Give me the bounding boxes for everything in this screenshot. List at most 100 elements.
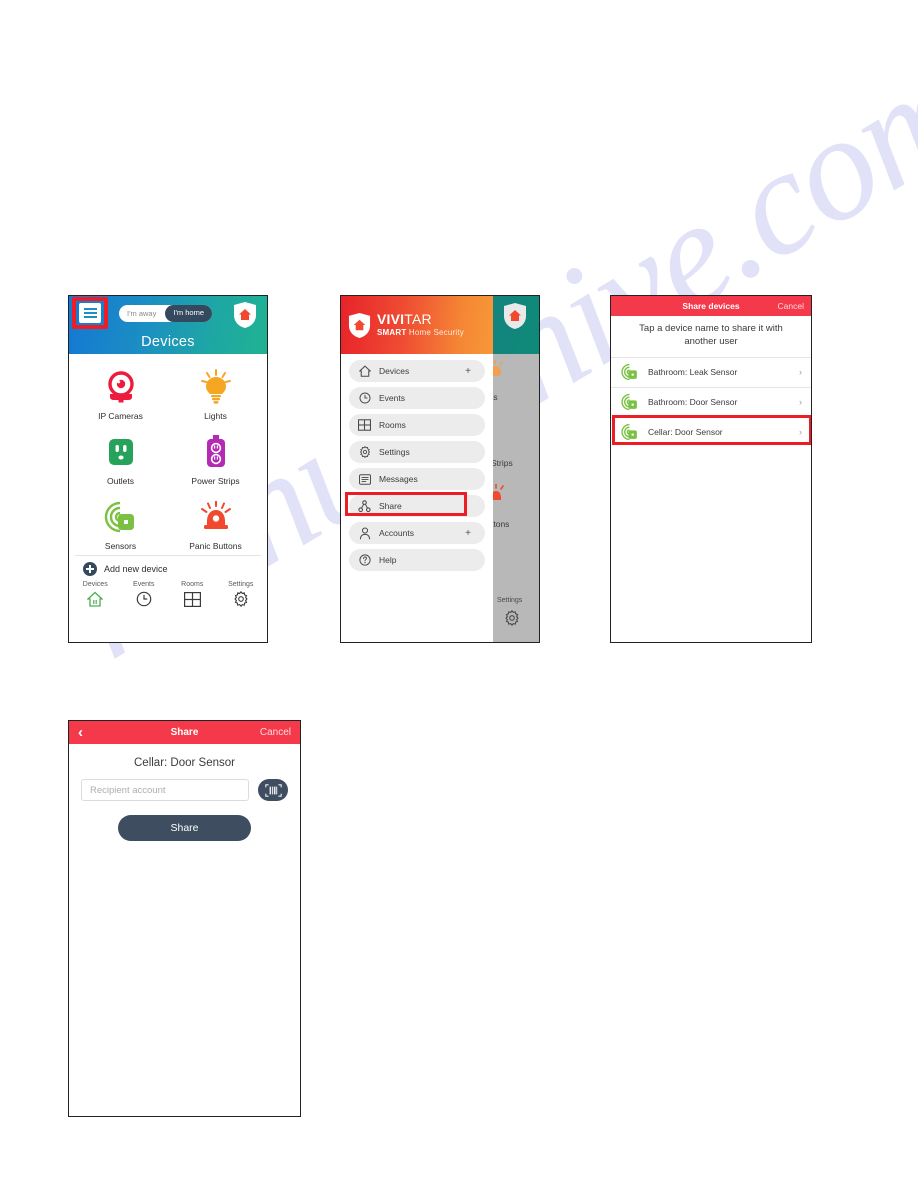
clock-icon [358,392,371,405]
light-bulb-icon [168,366,263,408]
menu-item-rooms[interactable]: Rooms [349,414,485,436]
bg-fragment-text: Strips [491,458,513,468]
menu-item-share[interactable]: Share [349,495,485,517]
recipient-form-row [69,779,300,801]
device-list-item[interactable]: Bathroom: Door Sensor › [611,386,811,417]
page-title: Devices [141,334,195,350]
sensor-icon [73,496,168,538]
gear-icon [217,589,266,609]
tile-outlets[interactable]: Outlets [73,427,168,486]
message-icon [358,473,371,486]
device-tile-grid: IP Cameras Lights Outlets Power Strips S… [69,354,267,551]
tab-label: Devices [82,581,108,588]
share-icon [358,499,371,513]
tile-label: Lights [204,411,227,421]
plus-icon[interactable]: + [465,528,471,539]
home-icon [358,365,371,378]
menu-item-label: Settings [379,447,410,457]
phone-screen-devices: I'm away I'm home Devices IP Cameras Lig… [68,295,268,643]
share-hint-text: Tap a device name to share it with anoth… [639,323,783,347]
menu-item-settings[interactable]: Settings [349,441,485,463]
scan-button[interactable] [258,779,288,801]
device-list-item-highlighted[interactable]: Cellar: Door Sensor › [611,416,811,447]
grid-icon [168,589,217,609]
dimmed-content: ts Strips ttons Settings [489,354,539,642]
dimmed-header [489,296,539,354]
grid-icon [358,419,371,432]
outlet-icon [73,431,168,473]
tab-label: Rooms [181,581,204,588]
toggle-away-label: I'm away [127,309,157,318]
menu-item-label: Help [379,555,397,565]
tab-settings[interactable]: Settings [217,581,266,609]
bg-fragment-text: ttons [491,519,510,529]
brand-line2: SMART Home Security [377,328,464,338]
tile-ip-cameras[interactable]: IP Cameras [73,362,168,421]
cancel-button[interactable]: Cancel [778,301,804,311]
menu-item-messages[interactable]: Messages [349,468,485,490]
menu-item-label: Messages [379,474,418,484]
home-shield-icon [234,302,256,328]
recipient-account-input[interactable] [81,779,249,801]
menu-item-label: Rooms [379,420,406,430]
tab-label: Settings [228,581,254,588]
phone-screen-share-devices: Share devices Cancel Tap a device name t… [610,295,812,643]
vivitar-shield-logo [348,312,371,338]
devices-header: I'm away I'm home Devices [69,296,267,354]
add-new-device-button[interactable]: Add new device [69,556,267,581]
navigation-drawer: VIVITAR SMART Home Security Devices + Ev… [341,296,493,642]
away-home-toggle[interactable]: I'm away I'm home [119,305,212,322]
clock-icon [120,589,169,609]
plus-icon [83,562,97,576]
panic-button-icon [168,496,263,538]
tab-events[interactable]: Events [120,581,169,609]
chevron-right-icon: › [799,427,802,438]
chevron-right-icon: › [799,397,802,408]
sensor-icon [621,424,637,441]
cancel-button[interactable]: Cancel [260,727,291,738]
ip-camera-icon [73,366,168,408]
tile-lights[interactable]: Lights [168,362,263,421]
drawer-menu-list: Devices + Events Rooms Settings Messages… [341,354,493,571]
chevron-left-icon[interactable]: ‹ [78,724,83,741]
toggle-home-label: I'm home [165,305,212,322]
sensor-icon [621,364,637,381]
bg-fragment-text: Settings [497,597,523,604]
barcode-scan-icon [264,783,282,797]
hamburger-icon[interactable] [79,303,101,323]
menu-item-events[interactable]: Events [349,387,485,409]
device-label: Cellar: Door Sensor [648,427,723,438]
menu-item-label: Devices [379,366,410,376]
menu-item-devices[interactable]: Devices + [349,360,485,382]
gear-icon-ghost [505,610,519,626]
tab-rooms[interactable]: Rooms [168,581,217,609]
share-form-header: ‹ Share Cancel [69,721,300,744]
menu-item-accounts[interactable]: Accounts + [349,522,485,544]
tile-sensors[interactable]: Sensors [73,492,168,551]
brand-wordmark: VIVITAR SMART Home Security [377,312,464,337]
home-icon [71,589,120,609]
plus-icon[interactable]: + [465,366,471,377]
tile-label: IP Cameras [98,411,143,421]
header-title: Share [170,727,199,738]
tile-power-strips[interactable]: Power Strips [168,427,263,486]
menu-item-help[interactable]: Help [349,549,485,571]
tile-panic-buttons[interactable]: Panic Buttons [168,492,263,551]
share-devices-header: Share devices Cancel [611,296,811,316]
tile-label: Outlets [107,476,134,486]
bottom-tab-bar: Devices Events Rooms Settings [69,581,267,613]
device-label: Bathroom: Leak Sensor [648,367,738,378]
tab-devices[interactable]: Devices [71,581,120,609]
menu-item-label: Accounts [379,528,414,538]
add-new-device-label: Add new device [104,564,168,574]
chevron-right-icon: › [799,367,802,378]
device-name-label: Cellar: Door Sensor [134,757,235,769]
share-submit-button[interactable]: Share [118,815,251,841]
device-list-item[interactable]: Bathroom: Leak Sensor › [611,356,811,387]
page-root: manualshive.com I'm away I'm home Device… [0,0,918,1188]
tab-label: Events [133,581,155,588]
power-strip-icon [168,431,263,473]
brand-header: VIVITAR SMART Home Security [341,296,493,354]
tile-label: Sensors [104,541,137,551]
sensor-icon [621,394,637,411]
